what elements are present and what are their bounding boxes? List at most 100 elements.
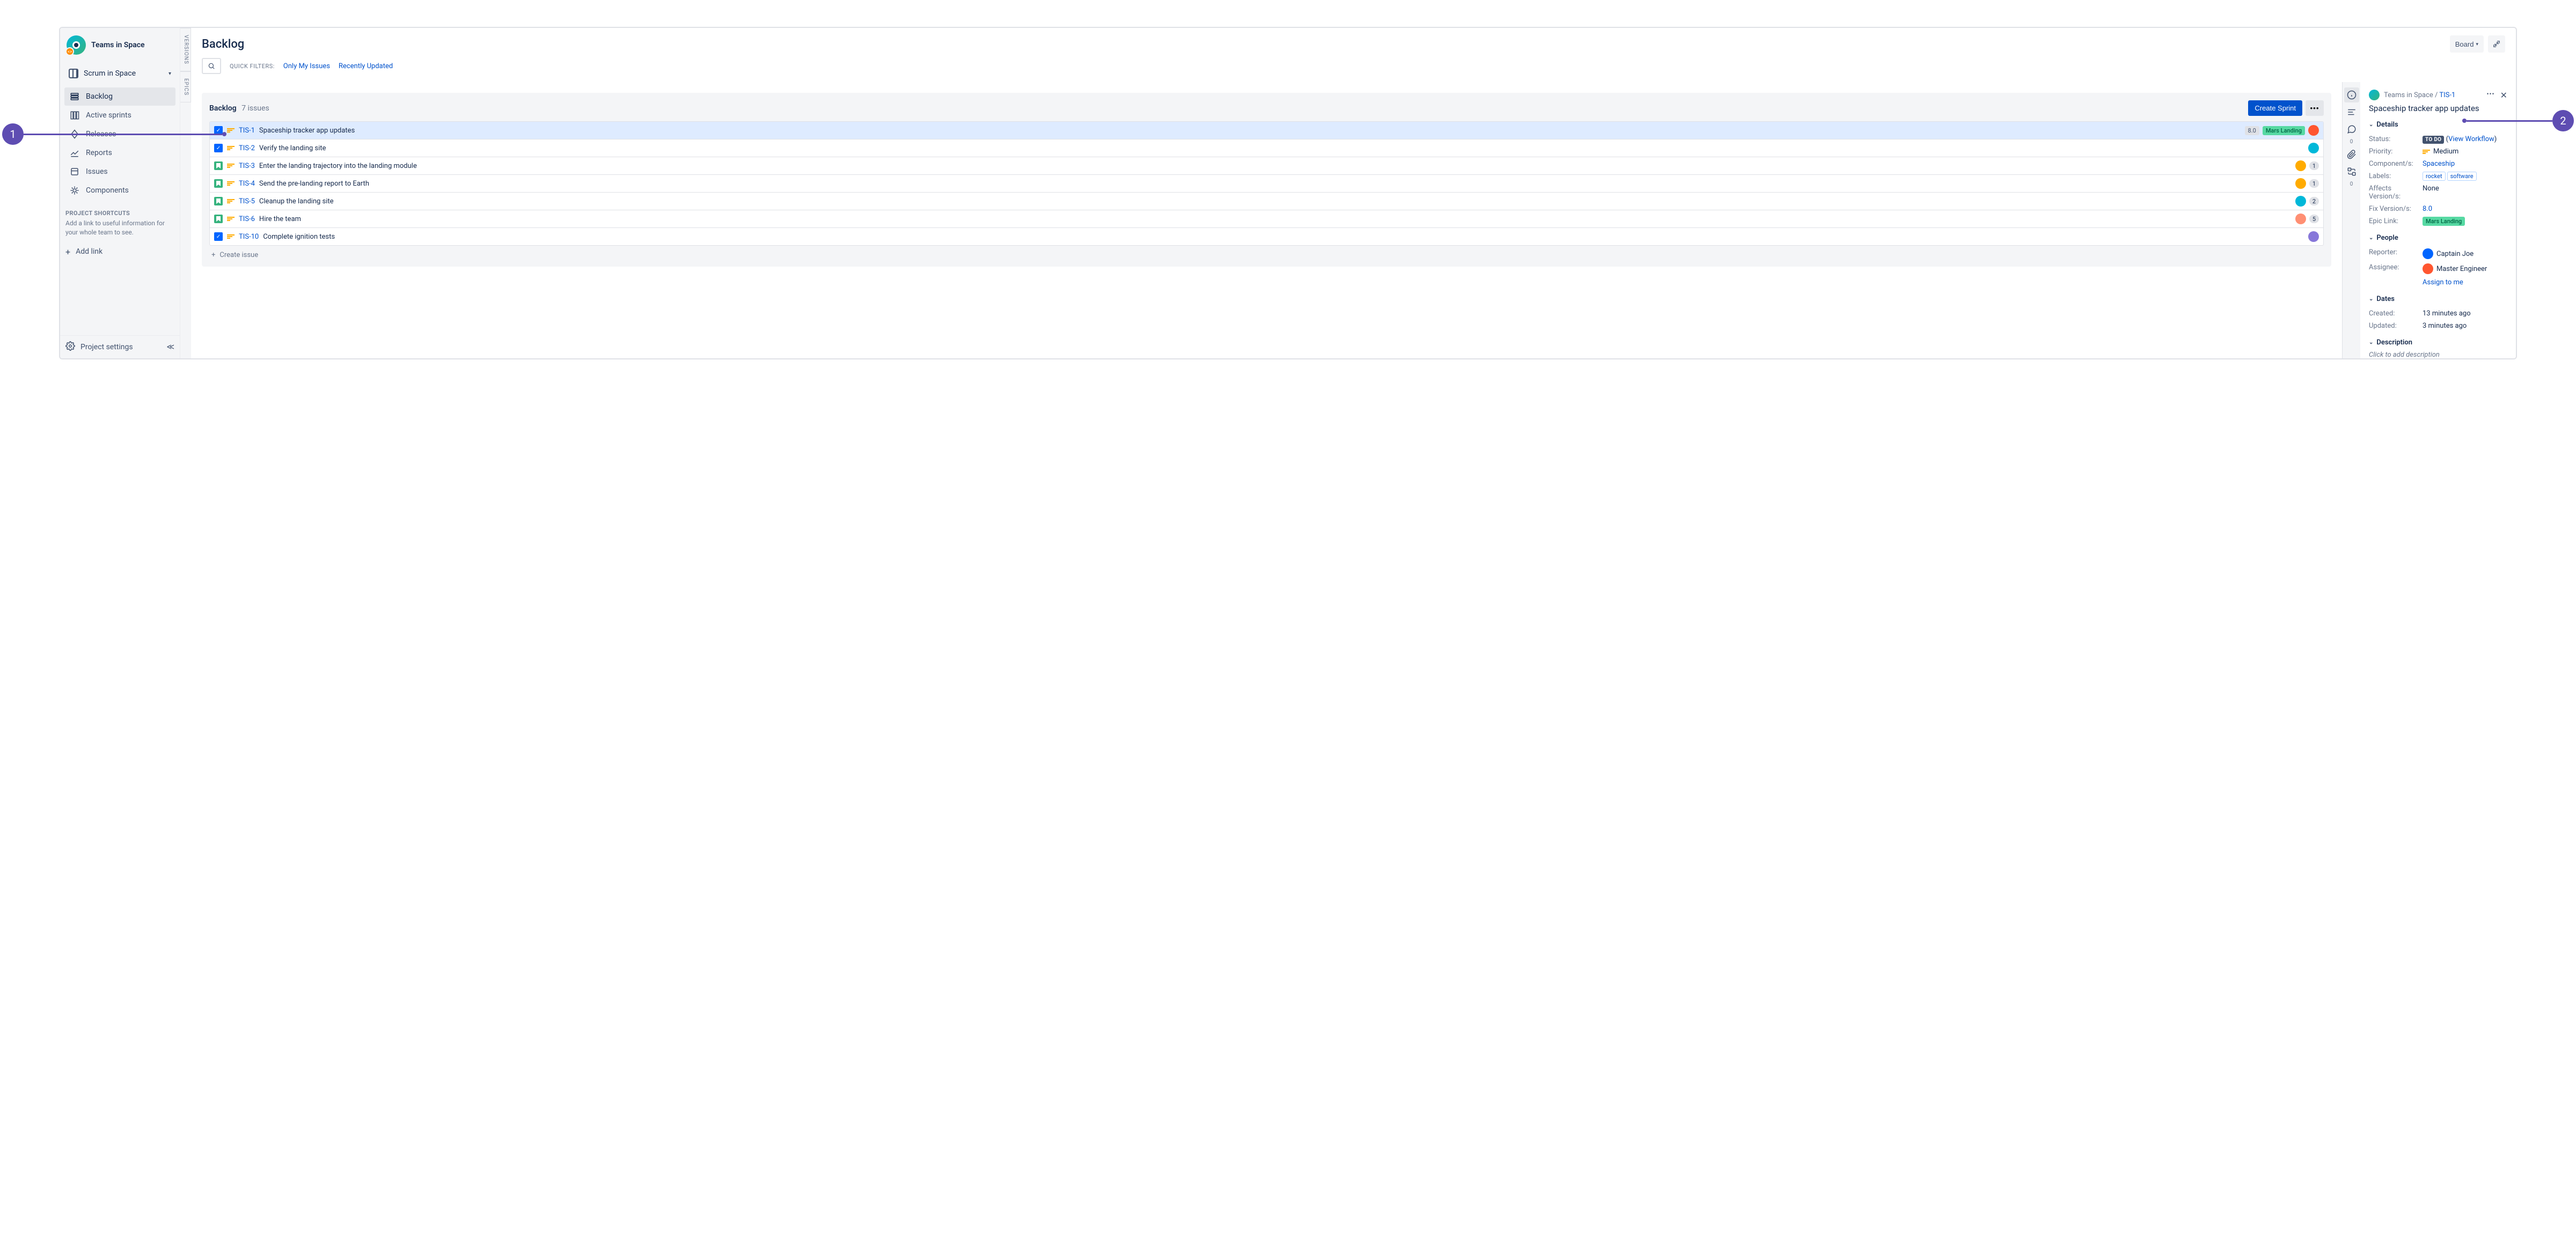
details-tab-strip: 0 0 [2342, 82, 2360, 358]
description-placeholder[interactable]: Click to add description [2369, 351, 2507, 358]
project-avatar-icon [2369, 90, 2380, 100]
status-value[interactable]: TO DO [2423, 136, 2444, 144]
priority-medium-icon [2423, 148, 2430, 156]
plus-icon: + [211, 251, 215, 259]
board-dropdown-button[interactable]: Board ▾ [2450, 35, 2484, 53]
view-workflow-link[interactable]: View Workflow [2448, 135, 2494, 143]
project-name: Teams in Space [91, 41, 145, 49]
details-tab-info[interactable] [2344, 87, 2359, 102]
section-people-toggle[interactable]: ⌄People [2369, 234, 2507, 242]
search-button[interactable] [202, 58, 221, 74]
backlog-more-button[interactable]: ••• [2306, 100, 2324, 116]
issue-summary: Verify the landing site [259, 144, 2304, 152]
sidebar-item-reports[interactable]: Reports [64, 144, 175, 162]
components-value[interactable]: Spaceship [2423, 160, 2455, 168]
estimate-badge: 2 [2309, 197, 2319, 205]
filter-only-my-issues[interactable]: Only My Issues [283, 62, 330, 70]
affects-versions-label: Affects Version/s: [2369, 185, 2423, 201]
epic-link-value[interactable]: Mars Landing [2423, 217, 2465, 226]
versions-tab[interactable]: VERSIONS [180, 28, 191, 71]
assign-to-me-link[interactable]: Assign to me [2423, 278, 2463, 286]
nav-label: Backlog [86, 92, 113, 101]
affects-versions-value[interactable]: None [2423, 185, 2439, 193]
details-tab-subtasks[interactable] [2344, 164, 2359, 179]
updated-label: Updated: [2369, 322, 2423, 330]
issue-key[interactable]: TIS-2 [239, 144, 255, 152]
issue-row[interactable]: ✓ TIS-10 Complete ignition tests [210, 228, 2323, 245]
story-type-icon [214, 179, 223, 188]
fullscreen-button[interactable] [2488, 35, 2505, 53]
assignee-value[interactable]: Master Engineer [2423, 263, 2487, 274]
quick-filters-label: QUICK FILTERS: [230, 63, 275, 70]
create-issue-button[interactable]: + Create issue [209, 246, 2324, 259]
board-icon [69, 69, 78, 78]
collapse-sidebar-icon[interactable]: ≪ [166, 343, 174, 351]
breadcrumb-project[interactable]: Teams in Space [2384, 91, 2433, 99]
sidebar-item-backlog[interactable]: Backlog [64, 87, 175, 106]
fix-versions-value[interactable]: 8.0 [2423, 205, 2432, 213]
breadcrumb-issue-key[interactable]: TIS-1 [2439, 91, 2455, 99]
issue-key[interactable]: TIS-10 [239, 233, 259, 241]
annotation-badge-1: 1 [2, 123, 24, 145]
board-name: Scrum in Space [84, 69, 136, 78]
issue-count: 7 issues [241, 104, 269, 113]
priority-medium-icon [227, 144, 235, 152]
board-selector[interactable]: Scrum in Space ▾ [64, 64, 175, 83]
details-tab-comments[interactable] [2344, 122, 2359, 137]
nav-icon [70, 167, 79, 176]
ellipsis-icon[interactable]: ••• [2486, 90, 2494, 100]
chevron-down-icon: ⌄ [2369, 296, 2373, 302]
nav-icon [70, 92, 79, 101]
add-link-button[interactable]: + Add link [60, 242, 180, 261]
priority-medium-icon [227, 180, 235, 187]
section-dates-toggle[interactable]: ⌄Dates [2369, 295, 2507, 303]
create-issue-label: Create issue [219, 251, 258, 259]
assignee-label: Assignee: [2369, 263, 2423, 271]
create-sprint-button[interactable]: Create Sprint [2248, 100, 2302, 116]
task-type-icon: ✓ [214, 232, 223, 241]
issue-row[interactable]: TIS-3Enter the landing trajectory into t… [210, 157, 2323, 175]
issue-row[interactable]: ✓TIS-1Spaceship tracker app updates8.0Ma… [210, 122, 2323, 139]
sidebar-item-issues[interactable]: Issues [64, 163, 175, 181]
sidebar: <> Teams in Space Scrum in Space ▾ Backl… [60, 28, 180, 358]
sidebar-item-active-sprints[interactable]: Active sprints [64, 106, 175, 124]
assignee-avatar [2295, 214, 2306, 224]
estimate-badge: 5 [2309, 215, 2319, 223]
issue-key[interactable]: TIS-3 [239, 162, 255, 170]
shortcuts-header: PROJECT SHORTCUTS [60, 202, 180, 219]
details-tab-description[interactable] [2344, 105, 2359, 120]
issue-key[interactable]: TIS-5 [239, 197, 255, 205]
section-description-toggle[interactable]: ⌄Description [2369, 339, 2507, 347]
nav-icon [70, 186, 79, 195]
chevron-down-icon: ▾ [2476, 41, 2478, 47]
issue-key[interactable]: TIS-4 [239, 180, 255, 188]
issue-key[interactable]: TIS-6 [239, 215, 255, 223]
issue-row[interactable]: TIS-4Send the pre-landing report to Eart… [210, 175, 2323, 193]
project-logo: <> [67, 35, 86, 55]
epics-tab[interactable]: EPICS [180, 71, 191, 102]
backlog-section: Backlog 7 issues Create Sprint ••• ✓TIS-… [202, 93, 2331, 267]
reporter-value[interactable]: Captain Joe [2423, 248, 2473, 259]
updated-value: 3 minutes ago [2423, 322, 2467, 330]
epic-lozenge: Mars Landing [2263, 126, 2305, 135]
filter-recently-updated[interactable]: Recently Updated [339, 62, 393, 70]
labels-label: Labels: [2369, 172, 2423, 180]
page-title: Backlog [202, 38, 244, 51]
annotation-1: 1 [2, 123, 226, 145]
priority-medium-icon [227, 215, 235, 223]
issue-row[interactable]: TIS-6Hire the team5 [210, 210, 2323, 228]
issue-key[interactable]: TIS-1 [239, 127, 255, 135]
labels-value[interactable]: rocketsoftware [2423, 172, 2478, 180]
nav-label: Active sprints [86, 111, 131, 120]
close-icon[interactable]: ✕ [2500, 90, 2507, 100]
issue-row[interactable]: ✓TIS-2Verify the landing site [210, 139, 2323, 157]
assignee-avatar [2295, 160, 2306, 171]
project-header[interactable]: <> Teams in Space [60, 28, 180, 62]
issue-summary: Complete ignition tests [263, 233, 2304, 241]
project-settings-link[interactable]: Project settings [65, 341, 133, 353]
priority-value[interactable]: Medium [2433, 148, 2458, 156]
details-tab-attachments[interactable] [2344, 147, 2359, 162]
sidebar-item-components[interactable]: Components [64, 181, 175, 200]
issue-row[interactable]: TIS-5Cleanup the landing site2 [210, 193, 2323, 210]
priority-medium-icon [227, 127, 235, 134]
